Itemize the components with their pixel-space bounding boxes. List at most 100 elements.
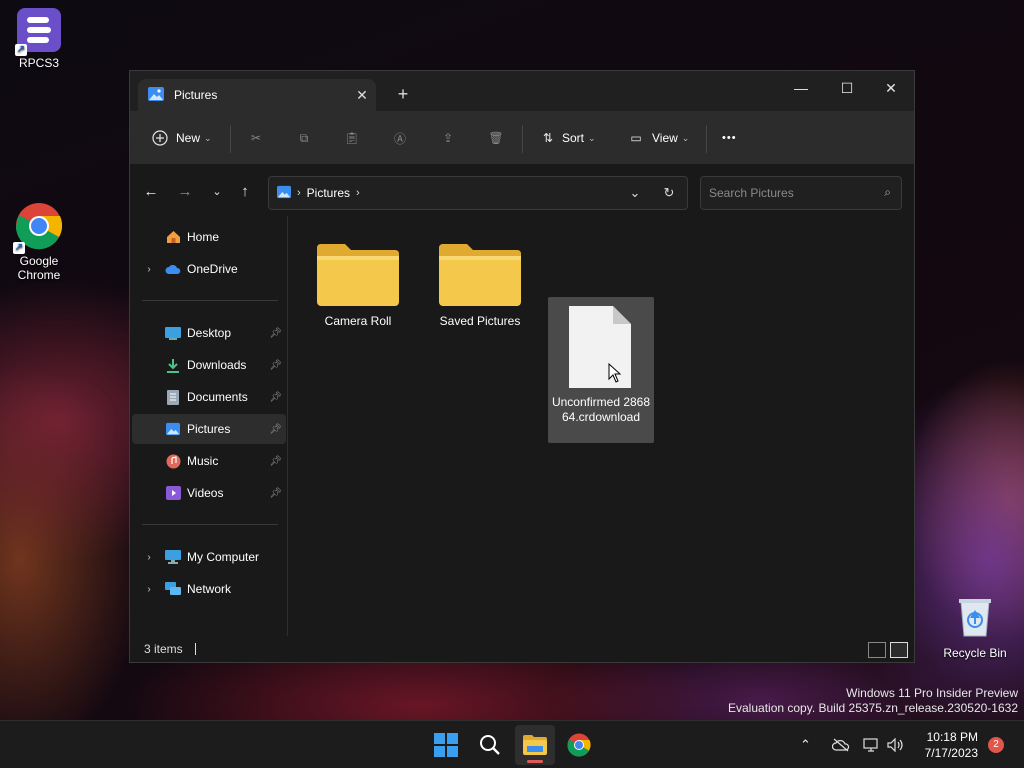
back-arrow-icon[interactable]: ← [140, 181, 162, 203]
breadcrumb-separator-icon[interactable]: › [297, 187, 301, 199]
clock-date: 7/17/2023 [924, 746, 978, 760]
plus-circle-icon [150, 128, 170, 148]
volume-icon[interactable] [887, 721, 905, 768]
navigation-pane: Home › OneDrive Desktop 📌︎ Downloads 📌︎ [130, 216, 288, 636]
pin-icon[interactable]: 📌︎ [269, 328, 282, 339]
start-button[interactable] [426, 725, 466, 765]
sidebar-item-home[interactable]: Home [132, 222, 286, 252]
chrome-icon [567, 733, 591, 757]
desktop-shortcut-rpcs3[interactable]: ↗ RPCS3 [1, 8, 77, 70]
sidebar-item-documents[interactable]: Documents 📌︎ [132, 382, 286, 412]
address-bar[interactable]: › Pictures › ⌄ ↻ [268, 176, 688, 210]
windows-watermark: Windows 11 Pro Insider Preview Evaluatio… [728, 686, 1018, 716]
expand-chevron-icon[interactable]: › [142, 264, 156, 275]
minimize-button[interactable]: — [778, 73, 824, 103]
rename-icon: Ⓐ [393, 131, 406, 146]
sidebar-divider [142, 300, 278, 301]
delete-button[interactable]: 🗑︎ [486, 122, 506, 154]
copy-button[interactable]: ⧉ [294, 122, 314, 154]
share-icon: ⇪ [442, 131, 454, 145]
breadcrumb-separator-icon[interactable]: › [356, 187, 360, 199]
sidebar-item-downloads[interactable]: Downloads 📌︎ [132, 350, 286, 380]
tab-close-icon[interactable]: ✕ [348, 87, 376, 104]
sort-button[interactable]: ⇅ Sort ⌄ [538, 122, 596, 154]
paste-button[interactable]: 📋︎ [342, 122, 362, 154]
scissors-icon: ✂ [250, 131, 262, 145]
up-arrow-icon[interactable]: ↑ [234, 181, 256, 203]
cut-button[interactable]: ✂ [246, 122, 266, 154]
sidebar-item-network[interactable]: › Network [132, 574, 286, 604]
pin-icon[interactable]: 📌︎ [269, 360, 282, 371]
desktop-icon-label: Google Chrome [17, 254, 61, 282]
cloud-icon [165, 261, 181, 277]
search-icon[interactable]: ⌕ [884, 185, 891, 200]
sidebar-item-videos[interactable]: Videos 📌︎ [132, 478, 286, 508]
search-box[interactable]: ⌕ [700, 176, 902, 210]
search-button[interactable] [470, 725, 510, 765]
sidebar-item-my-computer[interactable]: › My Computer [132, 542, 286, 572]
network-status-icon[interactable] [863, 721, 881, 768]
pin-icon[interactable]: 📌︎ [269, 392, 282, 403]
title-bar: Pictures ✕ + — ☐ ✕ [130, 71, 914, 111]
new-button-label: New [176, 131, 201, 145]
file-explorer-icon [523, 735, 547, 755]
close-button[interactable]: ✕ [868, 73, 914, 103]
show-hidden-icons-chevron-icon[interactable]: ⌃ [800, 721, 811, 768]
folder-item[interactable]: Camera Roll [305, 226, 411, 372]
new-tab-button[interactable]: + [392, 83, 414, 105]
recycle-bin-icon [955, 596, 995, 638]
sort-button-label: Sort [562, 131, 585, 145]
sidebar-item-desktop[interactable]: Desktop 📌︎ [132, 318, 286, 348]
desktop-shortcut-recycle-bin[interactable]: Recycle Bin [937, 596, 1013, 660]
address-dropdown-icon[interactable]: ⌄ [621, 177, 649, 209]
chevron-down-icon: ⌄ [681, 132, 690, 143]
system-clock[interactable]: 10:18 PM 7/17/2023 [925, 729, 978, 761]
recent-locations-chevron-icon[interactable]: ⌄ [206, 181, 228, 203]
sidebar-item-music[interactable]: Music 📌︎ [132, 446, 286, 476]
sort-icon: ⇅ [542, 131, 554, 145]
pictures-icon [277, 185, 291, 202]
refresh-icon[interactable]: ↻ [655, 177, 683, 209]
video-icon [165, 485, 181, 501]
computer-icon [165, 549, 181, 565]
expand-chevron-icon[interactable]: › [142, 552, 156, 563]
view-icon: ▭ [630, 131, 642, 145]
onedrive-offline-icon[interactable] [832, 721, 850, 768]
file-name: Saved Pictures [439, 314, 521, 328]
new-button[interactable]: New ⌄ [150, 122, 212, 154]
desktop-shortcut-google-chrome[interactable]: ↗ Google Chrome [1, 202, 77, 282]
pin-icon[interactable]: 📌︎ [269, 456, 282, 467]
file-item-selected[interactable]: Unconfirmed 286864.crdownload [548, 297, 654, 443]
tab-pictures[interactable]: Pictures ✕ [138, 79, 376, 111]
status-bar: 3 items [130, 636, 914, 662]
forward-arrow-icon[interactable]: → [174, 181, 196, 203]
notification-badge[interactable]: 2 [988, 737, 1004, 753]
breadcrumb-pictures[interactable]: Pictures [307, 186, 350, 200]
large-icons-view-icon[interactable] [890, 642, 908, 658]
pin-icon[interactable]: 📌︎ [269, 424, 282, 435]
more-options-button[interactable]: ••• [722, 122, 737, 154]
chevron-down-icon: ⌄ [204, 132, 212, 143]
chevron-down-icon: ⌄ [588, 132, 596, 143]
sidebar-item-onedrive[interactable]: › OneDrive [132, 254, 286, 284]
folder-item[interactable]: Saved Pictures [427, 226, 533, 372]
expand-chevron-icon[interactable]: › [142, 584, 156, 595]
folder-icon [317, 244, 399, 306]
toolbar-divider [706, 125, 707, 153]
pin-icon[interactable]: 📌︎ [269, 488, 282, 499]
maximize-button[interactable]: ☐ [824, 73, 870, 103]
rename-button[interactable]: Ⓐ [390, 122, 410, 154]
file-explorer-taskbar-button[interactable] [515, 725, 555, 765]
details-view-icon[interactable] [868, 642, 886, 658]
chrome-taskbar-button[interactable] [559, 725, 599, 765]
search-input[interactable] [709, 186, 869, 200]
view-button[interactable]: ▭ View ⌄ [626, 122, 689, 154]
sidebar-item-label: Home [187, 230, 220, 244]
trash-icon: 🗑︎ [488, 131, 504, 145]
share-button[interactable]: ⇪ [438, 122, 458, 154]
sidebar-item-pictures[interactable]: Pictures 📌︎ [132, 414, 286, 444]
view-button-label: View [652, 131, 678, 145]
item-count: 3 items [144, 642, 183, 656]
sidebar-item-label: My Computer [187, 550, 260, 564]
command-bar: New ⌄ ✂ ⧉ 📋︎ Ⓐ ⇪ 🗑︎ ⇅ Sort ⌄ ▭ View ⌄ ••… [130, 111, 914, 165]
